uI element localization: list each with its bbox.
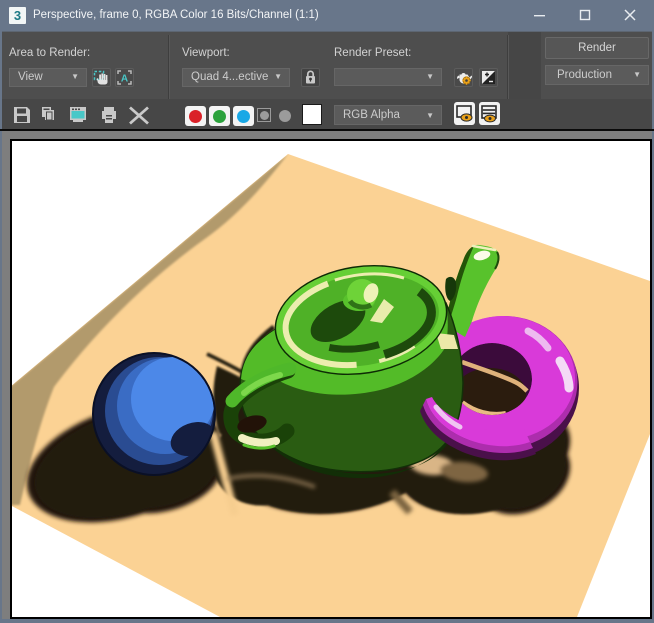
svg-text:A: A	[121, 74, 128, 85]
